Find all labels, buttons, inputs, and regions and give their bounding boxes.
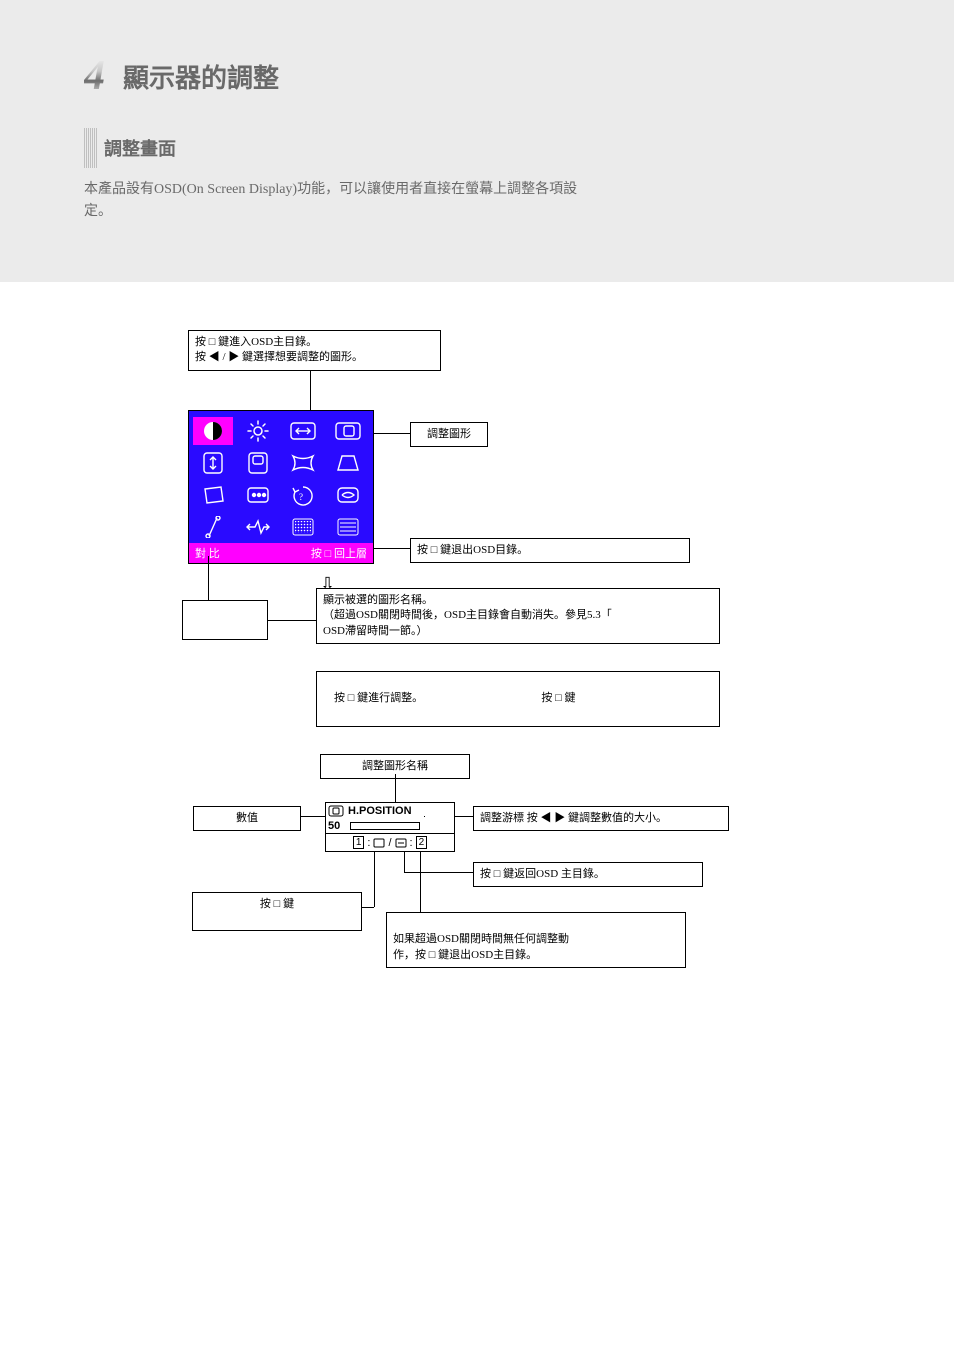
connector-line bbox=[268, 620, 316, 621]
header-title-row: 4 顯示器的調整 bbox=[84, 52, 870, 100]
h-position-icon[interactable] bbox=[328, 417, 368, 445]
scroll-adjust-label: 調整游標 按 ◀ ▶ 鍵調整數值的大小。 bbox=[480, 812, 667, 824]
callout-press-two: 按 □ 鍵 bbox=[192, 892, 362, 931]
osd-sub-hint-row: 1 : / : 2 bbox=[326, 833, 454, 851]
exit-label: 按 □ 鍵退出OSD目錄。 bbox=[417, 544, 528, 556]
sub-name-label: 調整圖形名稱 bbox=[362, 760, 428, 772]
trapezoid-icon[interactable] bbox=[328, 449, 368, 477]
osd-sub-value-row: 50 bbox=[326, 819, 454, 833]
top-instr-line1: 按 □ 鍵進入OSD主目錄。 bbox=[195, 335, 434, 350]
h-size-icon[interactable] bbox=[283, 417, 323, 445]
svg-text:?: ? bbox=[299, 492, 303, 502]
press-two-label: 按 □ 鍵 bbox=[199, 897, 355, 912]
colon-2: : bbox=[410, 837, 413, 849]
note-line2: （超過OSD關閉時間後，OSD主目錄會自動消失。參見5.3「 bbox=[323, 608, 713, 623]
osd-sub-value: 50 bbox=[328, 820, 350, 832]
callout-scroll-adjust: 調整游標 按 ◀ ▶ 鍵調整數值的大小。 bbox=[473, 806, 729, 831]
callout-return-main: 按 □ 鍵返回OSD 主目錄。 bbox=[473, 862, 703, 887]
connector-line bbox=[404, 872, 473, 873]
tilt-icon[interactable] bbox=[328, 481, 368, 509]
exit-small-icon bbox=[395, 838, 407, 848]
connector-line bbox=[374, 548, 410, 549]
pinstripe-icon bbox=[84, 128, 98, 168]
note-line1: 顯示被選的圖形名稱。 bbox=[323, 593, 713, 608]
connector-line bbox=[424, 816, 425, 817]
callout-selected-name: 調整圖形名稱 bbox=[182, 600, 268, 640]
note-line3: OSD滯留時間一節。） bbox=[323, 624, 713, 639]
subheading-text: 調整畫面 bbox=[104, 135, 176, 161]
rotation-icon[interactable] bbox=[193, 481, 233, 509]
screen-small-icon bbox=[373, 838, 385, 848]
degauss-icon[interactable]: ? bbox=[283, 481, 323, 509]
hint-key-1: 1 bbox=[353, 836, 365, 849]
callout-proceed: 按 □ 鍵進行調整。 按 □ 鍵 bbox=[316, 671, 720, 727]
callout-timeout-note: 如果超過OSD關閉時間無任何調整動 作，按 □ 鍵退出OSD主目錄。 bbox=[386, 912, 686, 968]
intro-line-2: 定。 bbox=[84, 200, 870, 220]
slash: / bbox=[388, 837, 391, 849]
connector-line bbox=[374, 852, 375, 907]
intro-line-1: 本產品設有OSD(On Screen Display)功能，可以讓使用者直接在螢… bbox=[84, 178, 870, 198]
colon-1: : bbox=[367, 837, 370, 849]
moire-icon[interactable] bbox=[238, 513, 278, 541]
diagram-area: 按 □ 鍵進入OSD主目錄。 按 ◀ / ▶ 鍵選擇想要調整的圖形。 bbox=[0, 322, 954, 1322]
recall-icon[interactable] bbox=[283, 513, 323, 541]
top-instr-line2: 按 ◀ / ▶ 鍵選擇想要調整的圖形。 bbox=[195, 350, 434, 365]
pincushion-icon[interactable] bbox=[283, 449, 323, 477]
osd-sub-title-row: H.POSITION bbox=[326, 803, 454, 819]
contrast-icon[interactable] bbox=[193, 417, 233, 445]
callout-top-instructions: 按 □ 鍵進入OSD主目錄。 按 ◀ / ▶ 鍵選擇想要調整的圖形。 bbox=[188, 330, 441, 371]
parallelogram-icon[interactable] bbox=[193, 513, 233, 541]
value-label: 數值 bbox=[236, 812, 258, 824]
proceed-label: 按 □ 鍵進行調整。 按 □ 鍵 bbox=[334, 692, 576, 704]
osd-icon-grid: ? bbox=[189, 411, 373, 543]
subheading: 調整畫面 bbox=[84, 128, 870, 168]
connector-line bbox=[404, 852, 405, 872]
page-title-cn: 顯示器的調整 bbox=[123, 58, 279, 95]
connector-line bbox=[208, 556, 209, 600]
osd-sub-scrollbar[interactable] bbox=[350, 822, 420, 830]
callout-menu-items: 調整圖形 bbox=[410, 422, 488, 447]
osd-sub-name: H.POSITION bbox=[348, 805, 412, 817]
connector-line bbox=[395, 774, 396, 802]
connector-line bbox=[301, 816, 325, 817]
connector-line bbox=[310, 370, 311, 410]
menu-items-label: 調整圖形 bbox=[427, 428, 471, 440]
color-icon[interactable] bbox=[238, 481, 278, 509]
language-icon[interactable] bbox=[328, 513, 368, 541]
panel-number: 4 bbox=[84, 52, 105, 100]
callout-exit: 按 □ 鍵退出OSD目錄。 bbox=[410, 538, 690, 563]
timeout-note: 如果超過OSD關閉時間無任何調整動 作，按 □ 鍵退出OSD主目錄。 bbox=[393, 933, 569, 960]
callout-selected-name-note: 顯示被選的圖形名稱。 （超過OSD關閉時間後，OSD主目錄會自動消失。參見5.3… bbox=[316, 588, 720, 644]
hint-key-2: 2 bbox=[416, 836, 428, 849]
return-main-label: 按 □ 鍵返回OSD 主目錄。 bbox=[480, 868, 605, 880]
v-size-icon[interactable] bbox=[193, 449, 233, 477]
osd-main-menu: ? 對 比 按 □ 回上層 bbox=[188, 410, 374, 564]
connector-line bbox=[420, 852, 421, 912]
osd-back-hint: 按 □ 回上層 bbox=[311, 545, 367, 561]
v-position-icon[interactable] bbox=[238, 449, 278, 477]
osd-sub-menu: H.POSITION 50 1 : / : 2 bbox=[325, 802, 455, 852]
page-header: 4 顯示器的調整 調整畫面 本產品設有OSD(On Screen Display… bbox=[0, 0, 954, 282]
osd-bottom-bar: 對 比 按 □ 回上層 bbox=[189, 543, 373, 563]
connector-line bbox=[374, 433, 410, 434]
brightness-icon[interactable] bbox=[238, 417, 278, 445]
connector-line bbox=[455, 816, 473, 817]
callout-value: 數值 bbox=[193, 806, 301, 831]
h-position-small-icon bbox=[328, 805, 344, 817]
